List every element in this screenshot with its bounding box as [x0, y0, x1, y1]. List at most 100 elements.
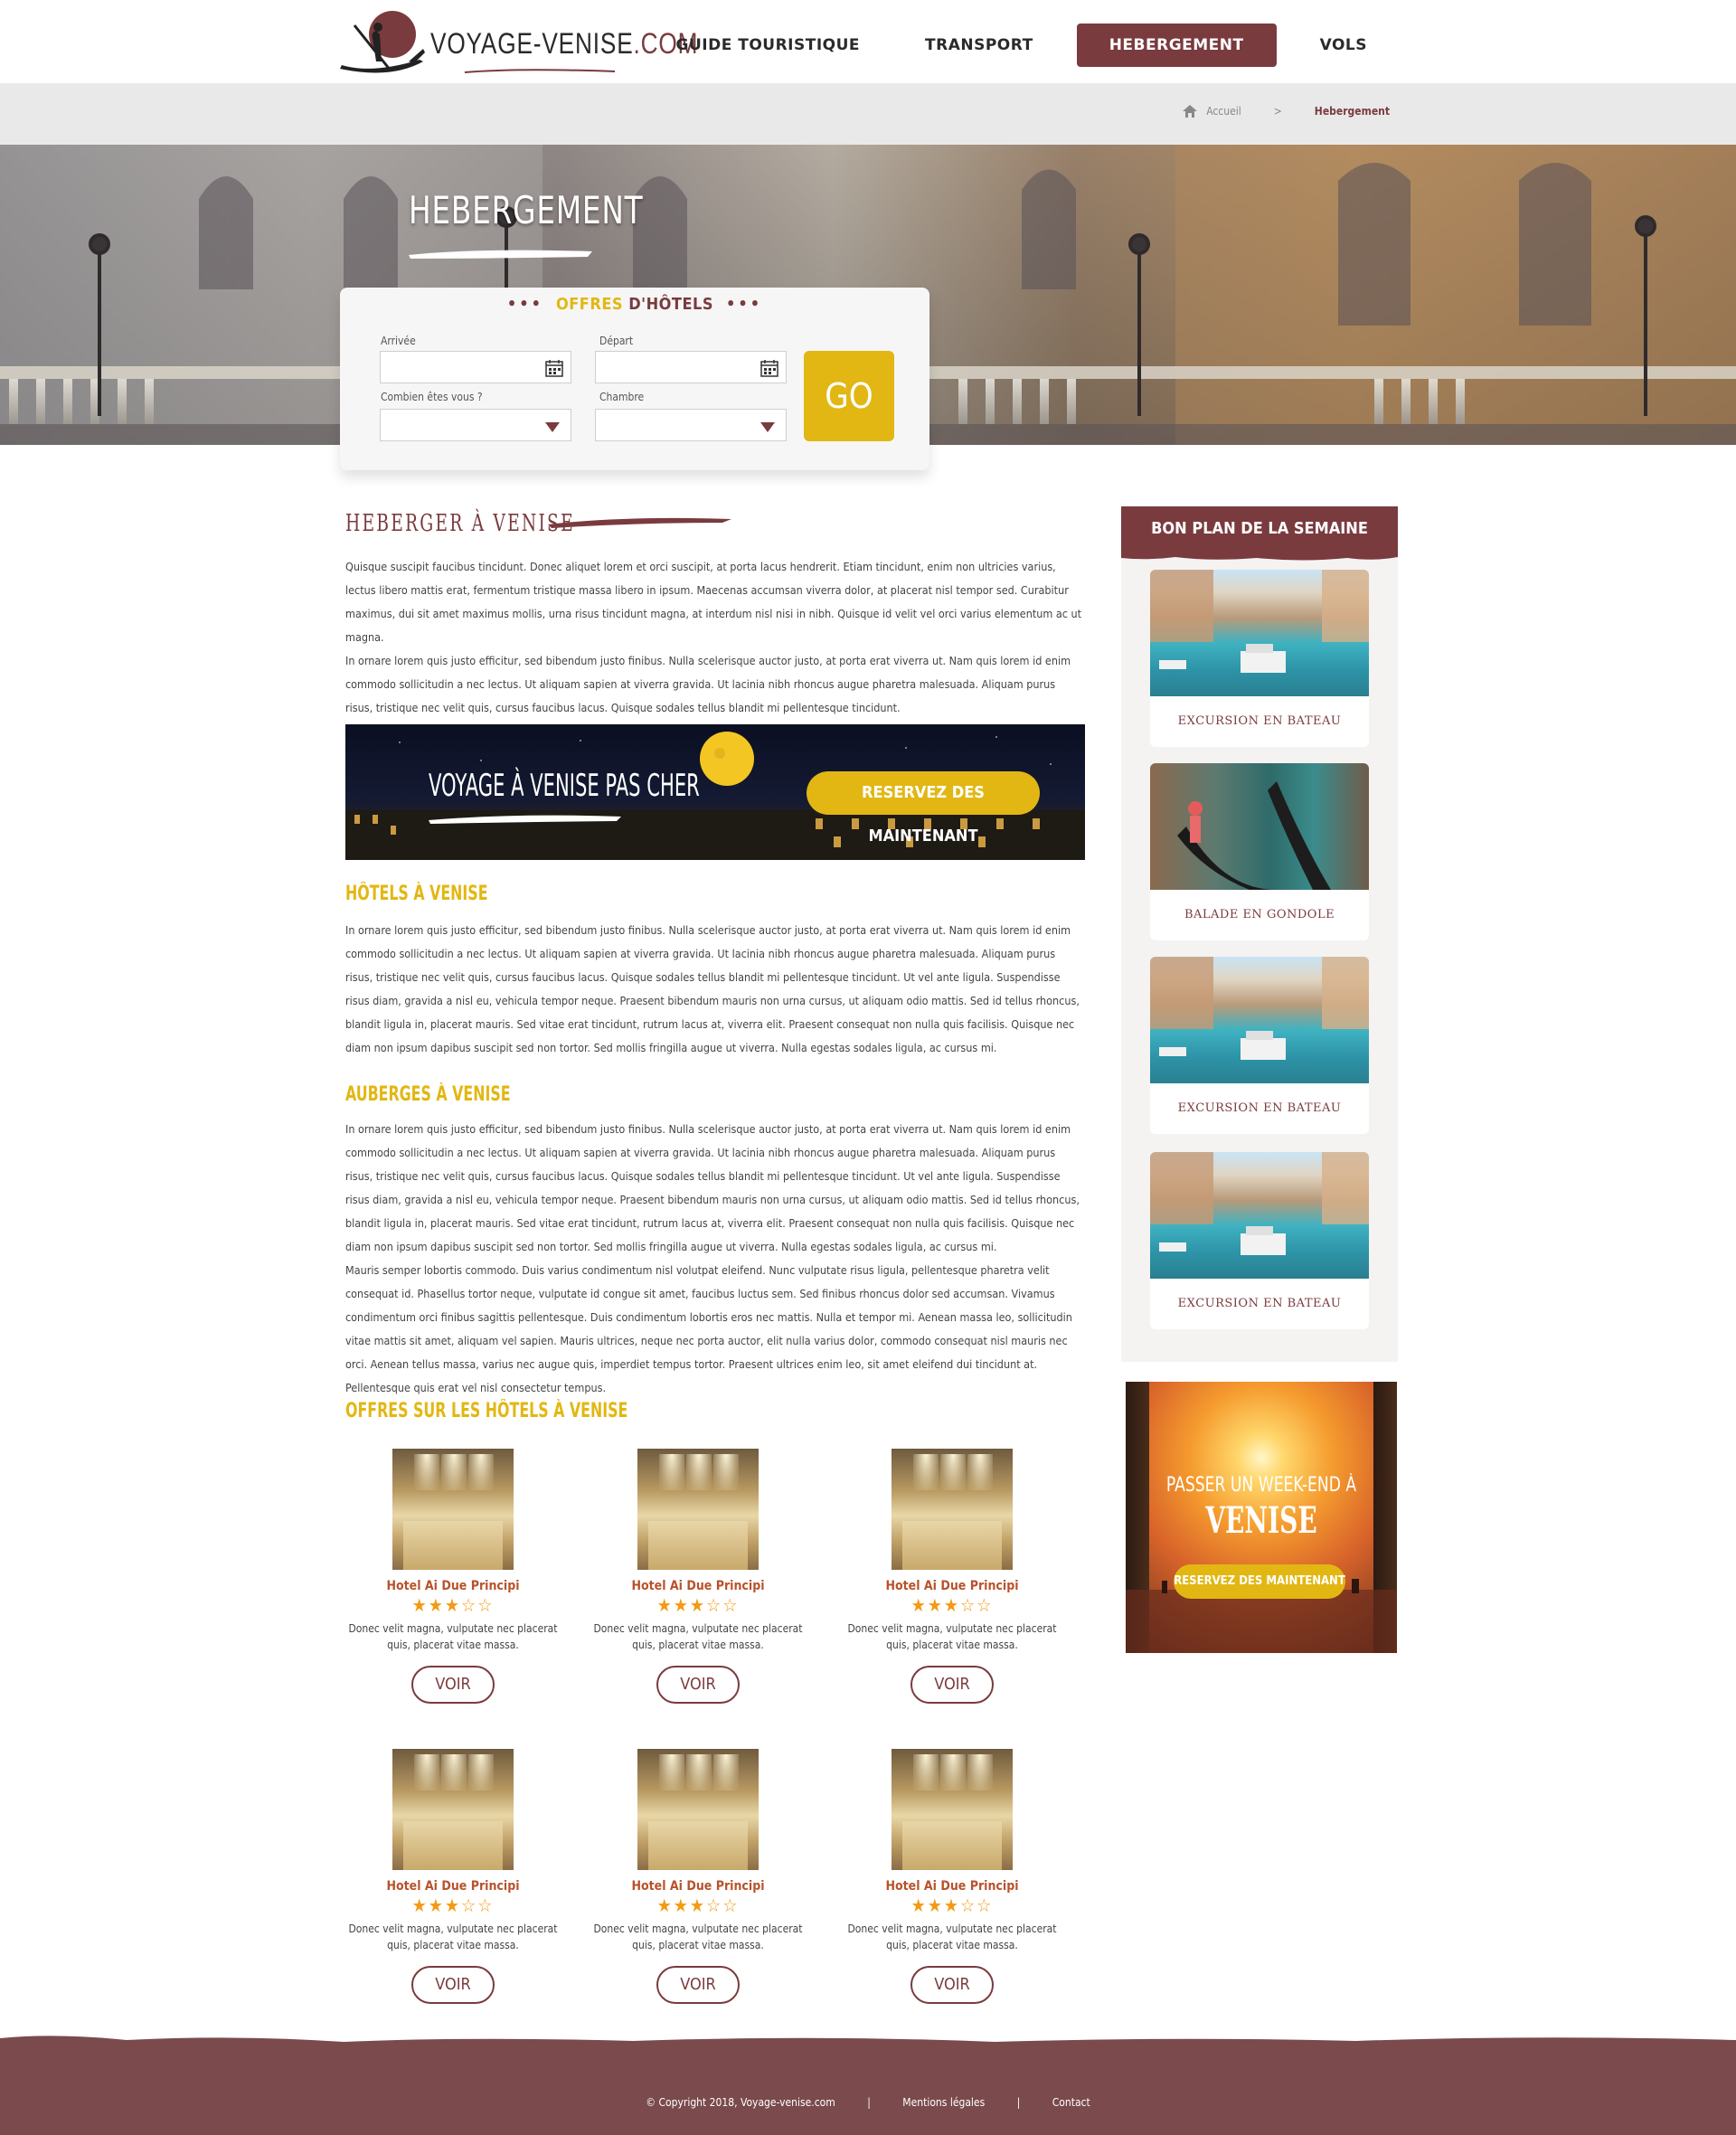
deal-caption[interactable]: EXCURSION EN BATEAU — [1150, 1083, 1369, 1134]
hotel-card: Hotel Ai Due Principi ★★★☆☆ Donec velit … — [340, 1449, 566, 1704]
hotel-name[interactable]: Hotel Ai Due Principi — [839, 1879, 1065, 1894]
nav-transport[interactable]: TRANSPORT — [892, 24, 1066, 67]
hotel-name[interactable]: Hotel Ai Due Principi — [340, 1579, 566, 1593]
hotel-room-image[interactable] — [637, 1449, 759, 1570]
deal-item[interactable]: BALADE EN GONDOLE — [1150, 763, 1369, 940]
hotel-card: Hotel Ai Due Principi ★★★☆☆ Donec velit … — [839, 1449, 1065, 1704]
departure-date-field[interactable] — [595, 351, 787, 383]
hotel-name[interactable]: Hotel Ai Due Principi — [839, 1579, 1065, 1593]
hotel-card: Hotel Ai Due Principi ★★★☆☆ Donec velit … — [585, 1449, 811, 1704]
banner-reserve-button[interactable]: RESERVEZ DES MAINTENANT — [807, 771, 1040, 845]
deal-caption[interactable]: BALADE EN GONDOLE — [1150, 890, 1369, 940]
star-rating-icon: ★★★☆☆ — [411, 1894, 495, 1916]
footer-contact-link[interactable]: Contact — [1052, 2096, 1090, 2109]
hotel-room-image[interactable] — [637, 1749, 759, 1870]
hotel-view-button[interactable]: VOIR — [910, 1666, 994, 1704]
promo-city: VENISE — [1205, 1499, 1317, 1542]
people-select[interactable] — [380, 409, 571, 441]
hotel-description: Donec velit magna, vulputate nec placera… — [847, 1922, 1057, 1951]
hotel-description: Donec velit magna, vulputate nec placera… — [593, 1922, 803, 1951]
nav-vols[interactable]: VOLS — [1288, 24, 1400, 67]
home-icon — [1183, 105, 1198, 118]
footer-copyright: © Copyright 2018, Voyage-venise.com — [646, 2096, 835, 2109]
hotel-view-button[interactable]: VOIR — [656, 1966, 740, 2004]
weekend-promo-banner[interactable]: PASSER UN WEEK-END À VENISE RESERVEZ DES… — [1126, 1382, 1397, 1653]
hotels-heading: HÔTELS À VENISE — [345, 883, 488, 905]
offers-heading: OFFRES SUR LES HÔTELS À VENISE — [345, 1400, 628, 1422]
hotel-view-button[interactable]: VOIR — [411, 1666, 495, 1704]
hotel-description: Donec velit magna, vulputate nec placera… — [847, 1622, 1057, 1651]
footer-torn-edge — [0, 2036, 1736, 2047]
sidebar-title-torn-edge — [1121, 553, 1398, 561]
deal-caption[interactable]: EXCURSION EN BATEAU — [1150, 1279, 1369, 1329]
footer-legal-link[interactable]: Mentions légales — [902, 2096, 985, 2109]
star-rating-icon: ★★★☆☆ — [656, 1894, 740, 1916]
hero-title: HEBERGEMENT — [409, 188, 644, 232]
cheap-trip-banner[interactable]: VOYAGE À VENISE PAS CHER RESERVEZ DES MA… — [345, 724, 1085, 860]
hotel-description: Donec velit magna, vulputate nec placera… — [593, 1622, 803, 1651]
banner-title: VOYAGE À VENISE PAS CHER — [429, 768, 700, 804]
deals-sidebar: BON PLAN DE LA SEMAINE EXCURSION EN BATE… — [1121, 506, 1398, 1362]
site-logo[interactable]: VOYAGE-VENISE.COM — [336, 7, 697, 80]
breadcrumb-home[interactable]: Accueil — [1206, 105, 1241, 118]
room-select[interactable] — [595, 409, 787, 441]
auberges-text: In ornare lorem quis justo efficitur, se… — [345, 1122, 1080, 1394]
logo-underline-stroke — [464, 69, 616, 73]
hotel-view-button[interactable]: VOIR — [656, 1666, 740, 1704]
footer-separator: | — [867, 2096, 871, 2109]
hotels-text: In ornare lorem quis justo efficitur, se… — [345, 923, 1080, 1054]
boat-excursion-image[interactable] — [1150, 1152, 1369, 1279]
calendar-icon[interactable] — [760, 359, 778, 377]
hotel-name[interactable]: Hotel Ai Due Principi — [585, 1879, 811, 1894]
search-title: ••• OFFRES D'HÔTELS ••• — [506, 295, 763, 314]
promo-reserve-button[interactable]: RESERVEZ DES MAINTENANT — [1174, 1564, 1345, 1599]
intro-text: Quisque suscipit faucibus tincidunt. Don… — [345, 560, 1082, 714]
chevron-down-icon — [760, 422, 775, 432]
hotel-view-button[interactable]: VOIR — [411, 1966, 495, 2004]
search-go-button[interactable]: GO — [804, 351, 894, 441]
hotel-card: Hotel Ai Due Principi ★★★☆☆ Donec velit … — [340, 1749, 566, 2004]
auberges-heading: AUBERGES À VENISE — [345, 1083, 511, 1106]
breadcrumb-bar: Accueil > Hebergement — [0, 83, 1736, 145]
hotel-room-image[interactable] — [392, 1749, 514, 1870]
boat-excursion-image[interactable] — [1150, 570, 1369, 696]
site-header: VOYAGE-VENISE.COM GUIDE TOURISTIQUE TRAN… — [0, 0, 1736, 83]
calendar-icon[interactable] — [545, 359, 563, 377]
star-rating-icon: ★★★☆☆ — [411, 1594, 495, 1616]
hotel-description: Donec velit magna, vulputate nec placera… — [348, 1622, 558, 1651]
boat-excursion-image[interactable] — [1150, 957, 1369, 1083]
hotel-card: Hotel Ai Due Principi ★★★☆☆ Donec velit … — [839, 1749, 1065, 2004]
departure-label: Départ — [599, 335, 634, 347]
hotel-name[interactable]: Hotel Ai Due Principi — [585, 1579, 811, 1593]
arrival-date-field[interactable] — [380, 351, 571, 383]
deal-item[interactable]: EXCURSION EN BATEAU — [1150, 957, 1369, 1134]
nav-hebergement[interactable]: HEBERGEMENT — [1076, 24, 1277, 67]
chevron-down-icon — [545, 422, 560, 432]
deal-item[interactable]: EXCURSION EN BATEAU — [1150, 570, 1369, 747]
hotel-room-image[interactable] — [392, 1449, 514, 1570]
hotel-name[interactable]: Hotel Ai Due Principi — [340, 1879, 566, 1894]
star-rating-icon: ★★★☆☆ — [910, 1594, 994, 1616]
sidebar-title: BON PLAN DE LA SEMAINE — [1121, 506, 1398, 555]
gondola-ride-image[interactable] — [1150, 763, 1369, 890]
hotel-description: Donec velit magna, vulputate nec placera… — [348, 1922, 558, 1951]
main-nav: GUIDE TOURISTIQUE TRANSPORT HEBERGEMENT … — [644, 24, 1401, 67]
hotel-room-image[interactable] — [892, 1749, 1013, 1870]
hotel-view-button[interactable]: VOIR — [910, 1966, 994, 2004]
banner-brush-stroke — [429, 815, 621, 824]
site-footer: © Copyright 2018, Voyage-venise.com | Me… — [0, 2036, 1736, 2135]
hotel-card: Hotel Ai Due Principi ★★★☆☆ Donec velit … — [585, 1749, 811, 2004]
people-label: Combien êtes vous ? — [381, 391, 483, 403]
breadcrumb: Accueil > Hebergement — [1183, 105, 1390, 118]
breadcrumb-current: Hebergement — [1314, 105, 1390, 118]
breadcrumb-separator: > — [1273, 105, 1282, 118]
arrival-label: Arrivée — [381, 335, 416, 347]
deal-item[interactable]: EXCURSION EN BATEAU — [1150, 1152, 1369, 1329]
hero-title-brush-stroke — [409, 250, 592, 259]
heading-brush-stroke — [548, 517, 731, 528]
nav-guide-touristique[interactable]: GUIDE TOURISTIQUE — [644, 24, 893, 67]
deal-caption[interactable]: EXCURSION EN BATEAU — [1150, 696, 1369, 747]
gondola-logo-icon — [340, 11, 425, 73]
star-rating-icon: ★★★☆☆ — [656, 1594, 740, 1616]
hotel-room-image[interactable] — [892, 1449, 1013, 1570]
